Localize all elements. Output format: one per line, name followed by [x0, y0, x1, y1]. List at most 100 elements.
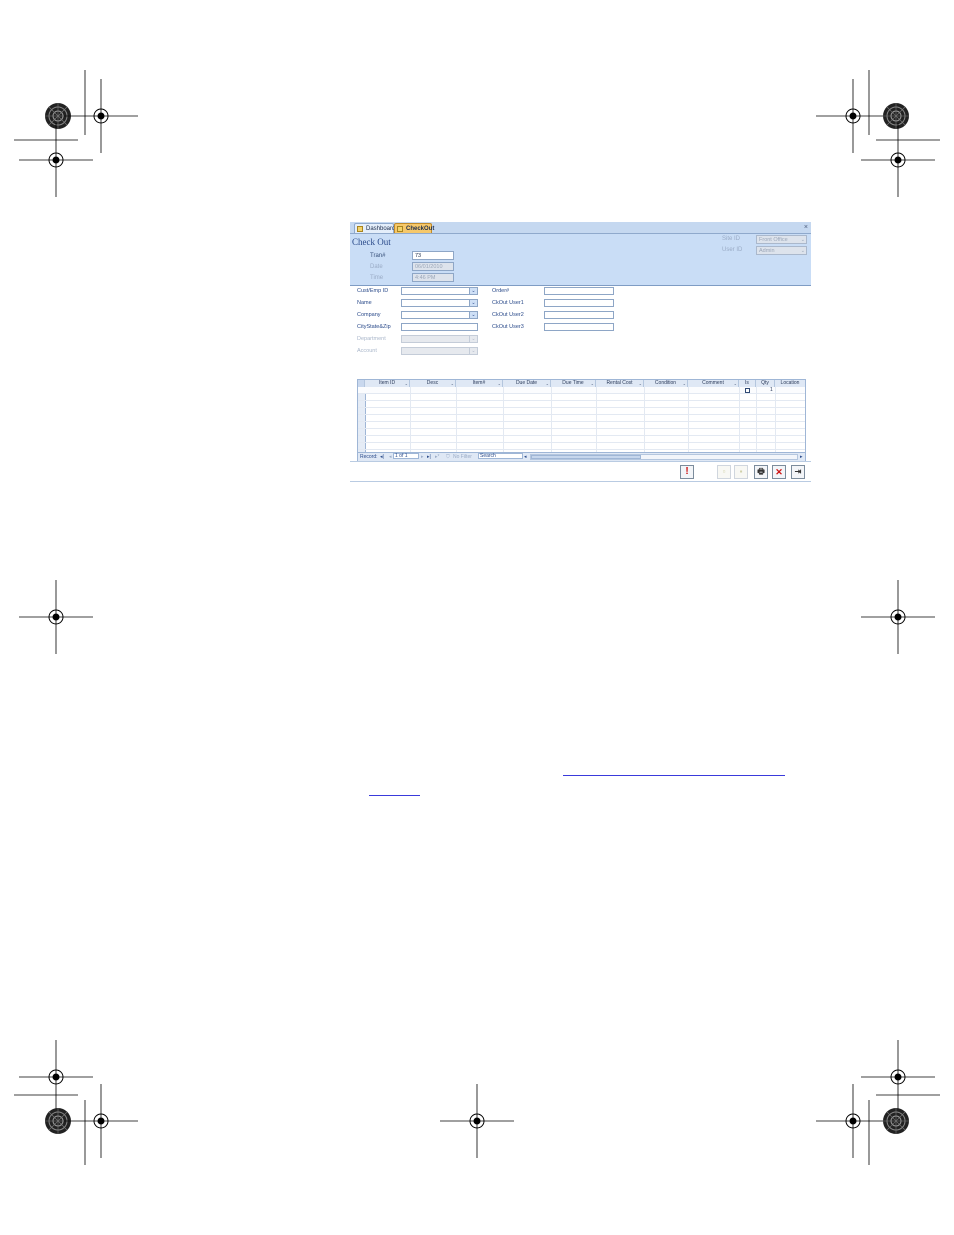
- registration-cross-icon: [860, 122, 936, 198]
- is-checkbox[interactable]: [745, 388, 750, 393]
- ckout-user2-field[interactable]: [544, 311, 614, 319]
- col-due-date[interactable]: Due Date ⌄: [503, 380, 551, 387]
- exit-door-icon: ⇥: [794, 467, 802, 476]
- chevron-down-icon[interactable]: ⌄: [469, 300, 477, 306]
- form-title: Check Out: [352, 237, 391, 247]
- table-row: [358, 443, 805, 450]
- exit-button[interactable]: ⇥: [791, 465, 805, 479]
- registration-star-icon: [882, 102, 910, 130]
- user-id-select: Admin ⌄: [756, 246, 807, 255]
- tab-dashboard[interactable]: Dashboard: [354, 223, 395, 233]
- name-combo[interactable]: ⌄: [401, 299, 478, 307]
- scrollbar-thumb[interactable]: [531, 455, 641, 459]
- new-record-icon[interactable]: ▸*: [435, 453, 439, 461]
- col-qty[interactable]: Qty: [756, 380, 775, 387]
- registration-cross-icon: [63, 78, 139, 154]
- first-record-icon[interactable]: ◂|: [380, 453, 384, 461]
- order-number-field[interactable]: [544, 287, 614, 295]
- chevron-down-icon[interactable]: ⌄: [469, 312, 477, 318]
- account-label: Account: [357, 348, 377, 354]
- registration-cross-icon: [18, 1039, 94, 1115]
- new-record-button: ▫: [717, 465, 731, 479]
- sort-arrow-icon: ⌄: [590, 381, 594, 386]
- date-field: 06/01/2010: [412, 262, 454, 271]
- form-icon: [397, 226, 403, 232]
- table-row: [358, 429, 805, 436]
- registration-cross-icon: [18, 122, 94, 198]
- registration-cross-icon: [860, 579, 936, 655]
- table-row: [358, 436, 805, 443]
- select-all-corner[interactable]: [358, 380, 365, 387]
- hyperlink-underline[interactable]: [563, 775, 785, 776]
- filter-icon: ⛉: [446, 454, 450, 460]
- last-record-icon[interactable]: ▸|: [427, 453, 431, 461]
- scroll-right-icon[interactable]: ▸: [800, 453, 803, 461]
- site-id-select: Front Office ⌄: [756, 235, 807, 244]
- horizontal-scrollbar[interactable]: [530, 454, 798, 460]
- date-label: Date: [370, 264, 383, 270]
- ckout-user1-label: CkOut User1: [492, 300, 524, 306]
- col-item-id[interactable]: Item ID ⌄: [365, 380, 410, 387]
- grid-line: [644, 387, 645, 453]
- checkout-form-window: Dashboard CheckOut × Check Out Tran# 73 …: [350, 222, 811, 484]
- col-is[interactable]: Is: [739, 380, 756, 387]
- scroll-left-icon[interactable]: ◂: [524, 453, 527, 461]
- registration-star-icon: [882, 1107, 910, 1135]
- col-location[interactable]: Location: [775, 380, 805, 387]
- sort-arrow-icon: ⌄: [450, 381, 454, 386]
- new-record-row[interactable]: 1: [358, 387, 805, 394]
- tran-number-field[interactable]: 73: [412, 251, 454, 260]
- col-desc[interactable]: Desc ⌄: [410, 380, 456, 387]
- registration-cross-icon: [439, 1083, 515, 1159]
- printer-icon: 🖶: [757, 467, 765, 476]
- grid-line: [503, 387, 504, 453]
- registration-cross-icon: [860, 1039, 936, 1115]
- table-row: [358, 408, 805, 415]
- ckout-user1-field[interactable]: [544, 299, 614, 307]
- delete-button[interactable]: ✕: [772, 465, 786, 479]
- col-condition[interactable]: Condition ⌄: [644, 380, 688, 387]
- qty-cell[interactable]: 1: [770, 387, 773, 394]
- record-position-field[interactable]: 1 of 1: [393, 453, 419, 459]
- ckout-user3-field[interactable]: [544, 323, 614, 331]
- time-label: Time: [370, 275, 384, 281]
- sort-arrow-icon: ⌄: [497, 381, 501, 386]
- company-combo[interactable]: ⌄: [401, 311, 478, 319]
- tab-bar: Dashboard CheckOut ×: [350, 222, 811, 234]
- table-row: [358, 401, 805, 408]
- cust-emp-id-combo[interactable]: ⌄: [401, 287, 478, 295]
- col-due-time[interactable]: Due Time ⌄: [551, 380, 596, 387]
- close-tab-icon[interactable]: ×: [804, 223, 808, 233]
- col-comment[interactable]: Comment ⌄: [688, 380, 739, 387]
- document-icon: ▫: [722, 467, 726, 476]
- sort-arrow-icon: ⌄: [733, 381, 737, 386]
- chevron-down-icon: ⌄: [800, 248, 805, 254]
- save-icon: ▪: [739, 467, 743, 476]
- chevron-down-icon: ⌄: [469, 336, 477, 342]
- grid-line: [756, 387, 757, 453]
- next-record-icon[interactable]: ▸: [421, 453, 424, 461]
- exclamation-icon: !: [685, 466, 689, 477]
- previous-record-icon[interactable]: ◂: [389, 453, 392, 461]
- form-header: Check Out Tran# 73 Date 06/01/2010 Time …: [350, 234, 811, 286]
- form-action-toolbar: ! ▫ ▪ 🖶 ✕ ⇥: [350, 461, 811, 482]
- ckout-user3-label: CkOut User3: [492, 324, 524, 330]
- grid-line: [410, 387, 411, 453]
- alert-button[interactable]: !: [680, 465, 694, 479]
- tab-checkout[interactable]: CheckOut: [394, 223, 434, 233]
- col-rental-cost[interactable]: Rental Cost ⌄: [596, 380, 644, 387]
- chevron-down-icon[interactable]: ⌄: [469, 288, 477, 294]
- table-row: [358, 394, 805, 401]
- col-item-number[interactable]: Item# ⌄: [456, 380, 503, 387]
- ckout-user2-label: CkOut User2: [492, 312, 524, 318]
- no-filter-indicator[interactable]: No Filter: [453, 453, 472, 461]
- city-state-zip-field[interactable]: [401, 323, 478, 331]
- hyperlink-underline[interactable]: [369, 795, 420, 796]
- grid-line: [456, 387, 457, 453]
- record-label: Record:: [360, 454, 378, 460]
- checkout-items-datasheet[interactable]: Item ID ⌄ Desc ⌄ Item# ⌄ Due Date ⌄ Due Time…: [357, 379, 806, 461]
- account-combo: ⌄: [401, 347, 478, 355]
- print-button[interactable]: 🖶: [754, 465, 768, 479]
- record-navigation-bar: Record: ◂| ◂ 1 of 1 ▸ ▸| ▸* ⛉ No Filter …: [358, 452, 805, 461]
- search-box[interactable]: Search: [478, 453, 523, 459]
